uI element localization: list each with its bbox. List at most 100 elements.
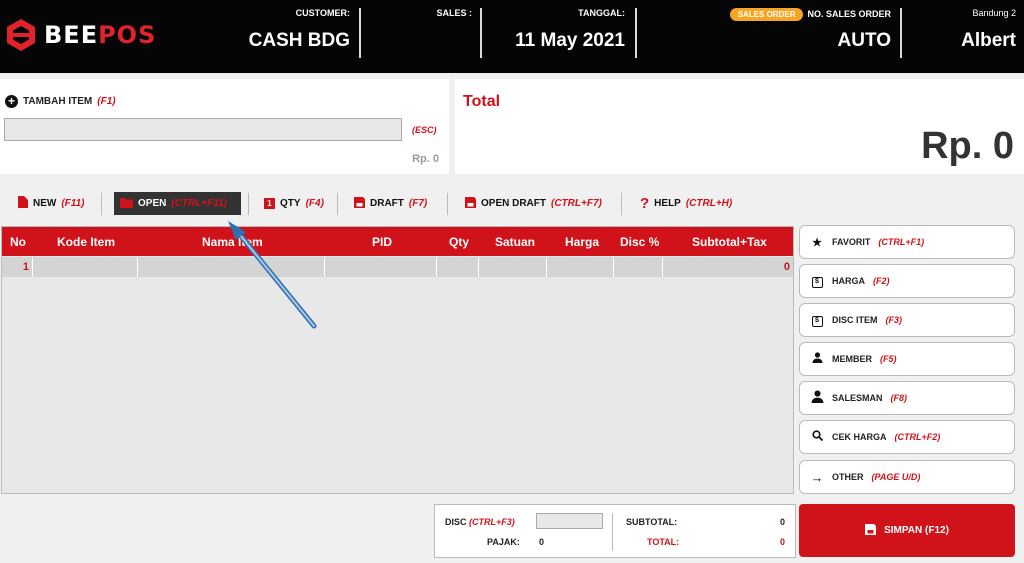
disc-input[interactable] bbox=[536, 513, 603, 529]
subtotal-label: SUBTOTAL: bbox=[626, 517, 678, 527]
summary-total-value: 0 bbox=[779, 537, 785, 547]
table-header: No Kode Item Nama Item PID Qty Satuan Ha… bbox=[2, 227, 793, 256]
star-icon: ★ bbox=[812, 236, 822, 249]
harga-button[interactable]: $ HARGA (F2) bbox=[799, 264, 1015, 298]
disc-item-button[interactable]: $ DISC ITEM (F3) bbox=[799, 303, 1015, 337]
date-field[interactable]: TANGGAL: 11 May 2021 bbox=[490, 8, 625, 58]
save-button[interactable]: SIMPAN (F12) bbox=[799, 504, 1015, 557]
help-button[interactable]: ? HELP (CTRL+H) bbox=[634, 192, 738, 215]
open-button[interactable]: OPEN (CTRL+F11) bbox=[114, 192, 241, 215]
draft-shortcut: (F7) bbox=[408, 198, 428, 209]
sales-field[interactable]: SALES : bbox=[370, 8, 472, 58]
col-subtotal: Subtotal+Tax bbox=[692, 235, 767, 249]
toolbar: NEW (F11) OPEN (CTRL+F11) 1 QTY (F4) DRA… bbox=[0, 190, 795, 218]
cell-no: 1 bbox=[2, 257, 33, 277]
sales-order-badge: SALES ORDER bbox=[729, 8, 804, 21]
col-kode-item: Kode Item bbox=[57, 235, 116, 249]
toolbar-divider bbox=[101, 193, 102, 215]
user-icon bbox=[810, 390, 824, 406]
qty-label: QTY bbox=[280, 198, 301, 209]
open-draft-button[interactable]: OPEN DRAFT (CTRL+F7) bbox=[459, 192, 608, 215]
dollar-icon: $ bbox=[810, 313, 824, 327]
draft-label: DRAFT bbox=[370, 198, 404, 209]
cek-harga-button[interactable]: CEK HARGA (CTRL+F2) bbox=[799, 420, 1015, 454]
col-pid: PID bbox=[372, 235, 393, 249]
branch-label: Bandung 2 bbox=[972, 8, 1016, 18]
salesman-button[interactable]: SALESMAN (F8) bbox=[799, 381, 1015, 415]
col-qty: Qty bbox=[449, 235, 470, 249]
customer-label: CUSTOMER: bbox=[295, 8, 350, 18]
cell-subtotal: 0 bbox=[783, 261, 790, 273]
brand-logo: BEEPOS bbox=[6, 18, 156, 52]
salesman-label: SALESMAN bbox=[832, 393, 883, 403]
pajak-value: 0 bbox=[539, 537, 545, 547]
sales-order-field: SALES ORDER NO. SALES ORDER AUTO bbox=[690, 8, 891, 58]
cell-harga bbox=[547, 257, 614, 277]
add-item-shortcut: (F1) bbox=[97, 96, 116, 107]
harga-shortcut: (F2) bbox=[873, 276, 890, 286]
header-divider bbox=[635, 8, 637, 58]
qty-icon: 1 bbox=[264, 198, 275, 209]
arrow-right-icon: → bbox=[810, 469, 824, 485]
favorit-label: FAVORIT bbox=[832, 237, 871, 247]
header-divider bbox=[480, 8, 482, 58]
cell-pid bbox=[325, 257, 437, 277]
user-field[interactable]: Bandung 2 Albert bbox=[910, 8, 1016, 58]
sales-order-value: AUTO bbox=[837, 30, 891, 51]
disc-shortcut: (CTRL+F3) bbox=[469, 517, 515, 527]
total-panel: Total Rp. 0 bbox=[455, 79, 1024, 174]
favorit-button[interactable]: ★ FAVORIT (CTRL+F1) bbox=[799, 225, 1015, 259]
col-no: No bbox=[10, 235, 26, 249]
qty-button[interactable]: 1 QTY (F4) bbox=[258, 192, 330, 215]
toolbar-divider bbox=[621, 193, 622, 215]
member-label: MEMBER bbox=[832, 354, 872, 364]
draft-button[interactable]: DRAFT (F7) bbox=[348, 192, 433, 215]
member-button[interactable]: MEMBER (F5) bbox=[799, 342, 1015, 376]
other-shortcut: (PAGE U/D) bbox=[871, 472, 921, 482]
open-shortcut: (CTRL+F11) bbox=[171, 198, 227, 209]
help-label: HELP bbox=[654, 198, 681, 209]
col-harga: Harga bbox=[565, 235, 600, 249]
brand-part1: BEE bbox=[44, 21, 99, 49]
cek-harga-label: CEK HARGA bbox=[832, 432, 887, 442]
member-shortcut: (F5) bbox=[880, 354, 897, 364]
brand-name: BEEPOS bbox=[44, 21, 156, 49]
toolbar-divider bbox=[447, 193, 448, 215]
other-button[interactable]: → OTHER (PAGE U/D) bbox=[799, 460, 1015, 494]
open-draft-shortcut: (CTRL+F7) bbox=[551, 198, 602, 209]
summary-panel: DISC (CTRL+F3) PAJAK: 0 SUBTOTAL: 0 TOTA… bbox=[434, 504, 796, 558]
harga-label: HARGA bbox=[832, 276, 865, 286]
open-draft-label: OPEN DRAFT bbox=[481, 198, 546, 209]
dollar-icon: $ bbox=[810, 274, 824, 288]
item-table: No Kode Item Nama Item PID Qty Satuan Ha… bbox=[1, 226, 794, 494]
add-item-title: + TAMBAH ITEM (F1) bbox=[5, 95, 116, 108]
total-label: Total bbox=[463, 93, 501, 110]
add-item-input[interactable] bbox=[4, 118, 402, 141]
disc-label: DISC (CTRL+F3) bbox=[445, 517, 515, 527]
col-nama-item: Nama Item bbox=[202, 235, 263, 249]
cell-qty bbox=[437, 257, 479, 277]
logo-icon bbox=[7, 19, 35, 51]
cell-disc bbox=[614, 257, 663, 277]
cell-kode-item bbox=[33, 257, 138, 277]
sales-order-label: NO. SALES ORDER bbox=[807, 9, 891, 19]
help-shortcut: (CTRL+H) bbox=[685, 198, 733, 209]
summary-divider bbox=[612, 513, 613, 551]
file-icon bbox=[18, 196, 28, 211]
customer-field[interactable]: CUSTOMER: CASH BDG bbox=[230, 8, 350, 58]
new-button[interactable]: NEW (F11) bbox=[12, 192, 91, 215]
toolbar-divider bbox=[248, 193, 249, 215]
new-shortcut: (F11) bbox=[61, 198, 85, 209]
add-item-label: TAMBAH ITEM bbox=[23, 96, 93, 107]
question-icon: ? bbox=[640, 195, 650, 212]
header-bar: BEEPOS CUSTOMER: CASH BDG SALES : TANGGA… bbox=[0, 0, 1024, 73]
save-icon bbox=[865, 523, 877, 538]
subtotal-value: 0 bbox=[779, 517, 785, 527]
col-satuan: Satuan bbox=[495, 235, 536, 249]
table-row[interactable]: 1 0 bbox=[2, 257, 793, 277]
search-icon bbox=[810, 430, 824, 444]
save-label: SIMPAN (F12) bbox=[884, 525, 949, 536]
col-disc: Disc % bbox=[620, 235, 660, 249]
favorit-shortcut: (CTRL+F1) bbox=[878, 237, 925, 247]
brand-part2: POS bbox=[98, 21, 157, 49]
